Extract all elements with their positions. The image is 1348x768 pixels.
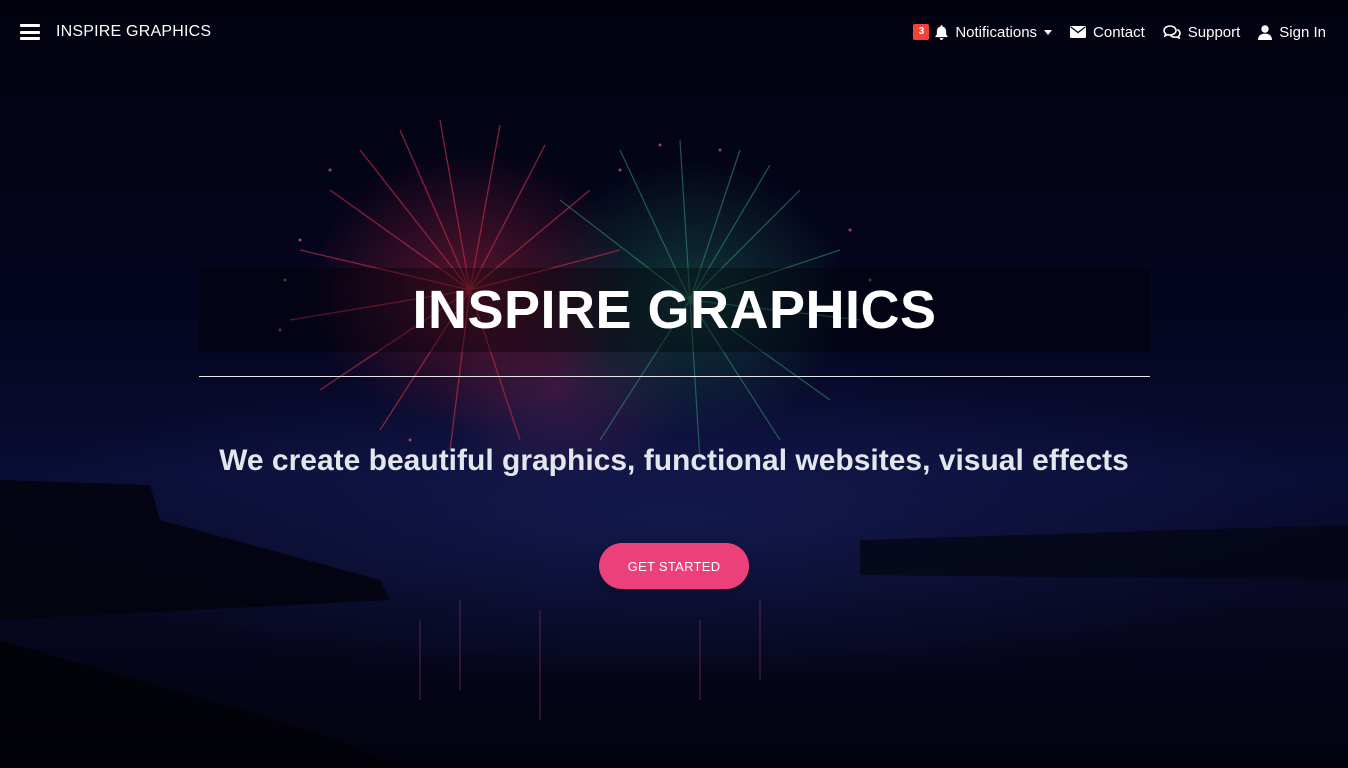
page: INSPIRE GRAPHICS 3 Notifications Contact (0, 0, 1348, 768)
hamburger-icon[interactable] (20, 24, 40, 40)
hero-subtitle: We create beautiful graphics, functional… (219, 444, 1129, 477)
hero-title-box: INSPIRE GRAPHICS (199, 268, 1150, 352)
navbar-right: 3 Notifications Contact Support Sign In (895, 24, 1326, 41)
navbar-left: INSPIRE GRAPHICS (20, 23, 211, 41)
notification-count-badge: 3 (913, 24, 930, 40)
hero-title: INSPIRE GRAPHICS (412, 280, 937, 340)
chevron-down-icon (1044, 29, 1053, 35)
nav-contact[interactable]: Contact (1070, 24, 1145, 41)
dark-overlay (0, 0, 1348, 768)
brand-link[interactable]: INSPIRE GRAPHICS (56, 23, 211, 41)
comments-icon (1162, 25, 1181, 39)
envelope-icon (1070, 26, 1087, 38)
nav-notifications[interactable]: 3 Notifications (913, 23, 1053, 41)
get-started-button[interactable]: GET STARTED (599, 543, 749, 589)
nav-sign-in[interactable]: Sign In (1258, 24, 1326, 41)
nav-support[interactable]: Support (1162, 23, 1241, 41)
nav-notifications-label: Notifications (955, 23, 1038, 41)
bell-icon (935, 24, 948, 40)
nav-support-label: Support (1187, 23, 1241, 41)
nav-sign-in-label: Sign In (1279, 23, 1326, 41)
navbar: INSPIRE GRAPHICS 3 Notifications Contact (0, 0, 1348, 64)
nav-contact-label: Contact (1093, 23, 1145, 41)
hero-divider (199, 376, 1150, 377)
user-icon (1258, 24, 1273, 40)
